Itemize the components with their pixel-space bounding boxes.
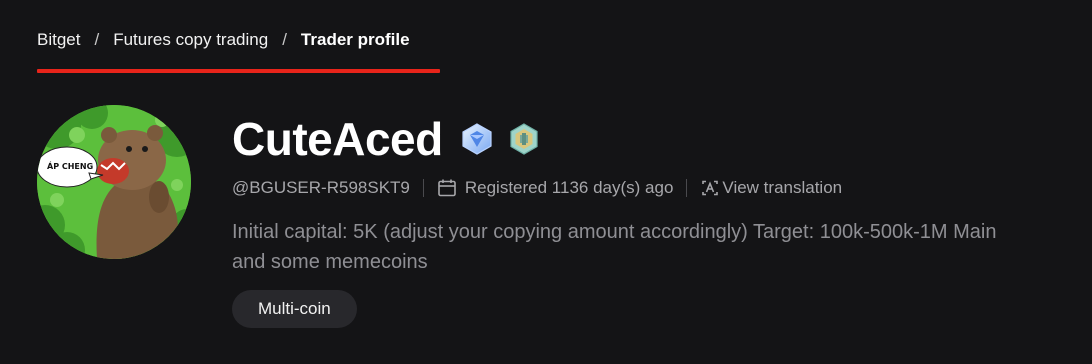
hexagon-level-badge-icon[interactable] (509, 123, 539, 155)
trader-name: CuteAced (232, 113, 443, 165)
diamond-badge-icon[interactable] (459, 121, 495, 157)
avatar: ÁP CHENG (37, 105, 191, 259)
translate-icon (700, 178, 720, 198)
meta-divider (422, 179, 424, 197)
calendar-icon (437, 178, 457, 198)
avatar-caption: ÁP CHENG (47, 162, 94, 171)
trader-handle: @BGUSER-R598SKT9 (232, 178, 410, 197)
trader-bio: Initial capital: 5K (adjust your copying… (232, 217, 1092, 277)
breadcrumb-futures-copy-trading[interactable]: Futures copy trading (113, 30, 268, 50)
bio-line: Initial capital: 5K (adjust your copying… (232, 221, 997, 243)
trader-meta-row: @BGUSER-R598SKT9 Registered 1136 day(s) … (232, 178, 842, 198)
bio-line: and some memecoins (232, 251, 428, 273)
bear-avatar-image (37, 105, 191, 259)
breadcrumb-active-underline (37, 69, 440, 73)
breadcrumb-trader-profile: Trader profile (300, 30, 410, 49)
view-translation-button[interactable]: View translation (700, 178, 842, 198)
breadcrumb-bitget[interactable]: Bitget (37, 30, 80, 50)
breadcrumb-separator: / (282, 30, 287, 49)
tag-multi-coin[interactable]: Multi-coin (232, 290, 357, 328)
meta-divider (686, 179, 688, 197)
registered-duration: Registered 1136 day(s) ago (464, 178, 674, 197)
breadcrumb-separator: / (94, 30, 100, 49)
trader-name-row: CuteAced (232, 112, 539, 166)
trader-profile-page: Bitget / Futures copy trading / Trader p… (0, 0, 1092, 364)
view-translation-label: View translation (722, 178, 843, 197)
breadcrumb: Bitget / Futures copy trading / Trader p… (37, 30, 410, 50)
